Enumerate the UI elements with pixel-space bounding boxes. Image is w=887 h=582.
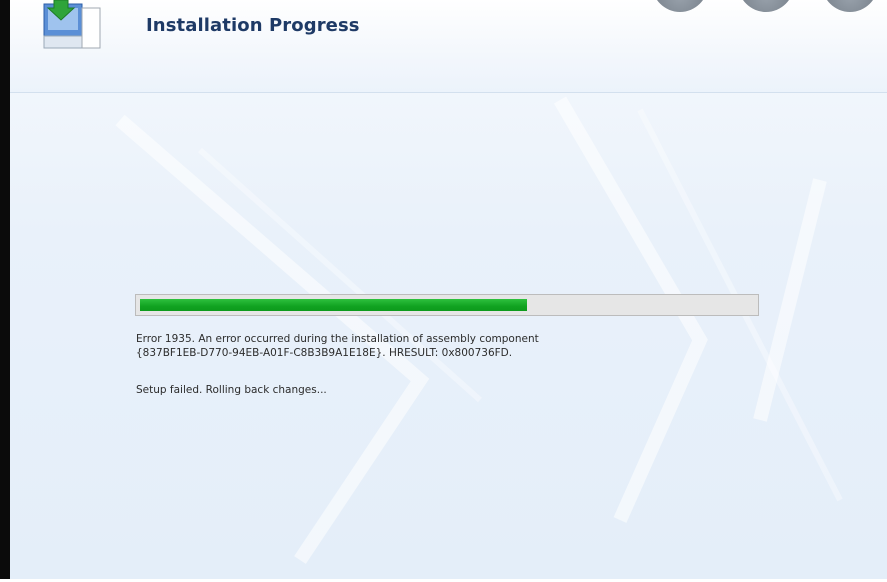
header-orb-3	[822, 0, 878, 12]
setup-package-icon	[43, 0, 101, 49]
status-message: Setup failed. Rolling back changes...	[136, 384, 327, 396]
header-orb-2	[738, 0, 794, 12]
window-left-edge	[0, 0, 10, 582]
header-bar: Installation Progress	[10, 0, 887, 93]
progress-bar	[135, 294, 759, 316]
header-orb-1	[652, 0, 708, 12]
installer-window: Installation Progress Error 1935. An err…	[0, 0, 887, 582]
error-message-line-2: {837BF1EB-D770-94EB-A01F-C8B3B9A1E18E}. …	[136, 347, 513, 359]
page-title: Installation Progress	[146, 15, 360, 36]
progress-bar-fill	[140, 299, 527, 311]
error-message-line-1: Error 1935. An error occurred during the…	[136, 333, 539, 345]
